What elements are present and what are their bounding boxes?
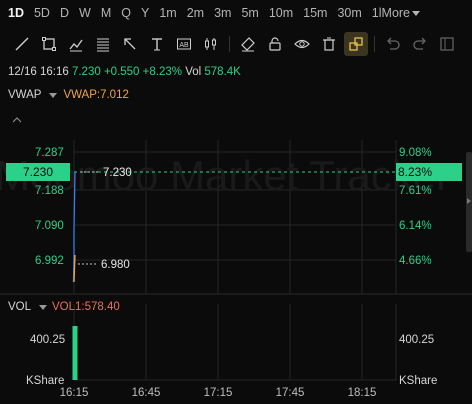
timeframe-5d[interactable]: 5D [34, 6, 50, 20]
timeframe-bar: 1D 5D D W M Q Y 1m 2m 3m 5m 10m 15m 30m 1l More [0, 0, 472, 26]
label-tool-icon: AB [177, 38, 191, 50]
vol-right-value: 400.25 [399, 334, 434, 346]
vol-name: VOL [8, 301, 32, 313]
left-tick-label: 7.188 [35, 185, 64, 197]
timeframe-3m[interactable]: 3m [214, 6, 231, 20]
quote-info-line: 12/16 16:16 7.230 +0.550 +8.23% Vol 578.… [8, 66, 241, 78]
toolbar-divider [229, 36, 230, 52]
redo-button[interactable] [408, 32, 432, 56]
right-tick-label: 4.66% [399, 255, 432, 267]
chevron-down-icon [412, 11, 421, 16]
left-tick-label: 7.090 [35, 220, 64, 232]
quote-datetime: 12/16 16:16 [8, 66, 69, 78]
toolbar-divider [374, 36, 375, 52]
chevron-down-icon[interactable] [39, 305, 48, 310]
undo-button[interactable] [381, 32, 405, 56]
time-tick-label: 17:15 [204, 387, 233, 399]
quote-change-pct: +8.23% [142, 66, 182, 78]
text-tool-icon [152, 38, 162, 51]
visibility-button[interactable] [290, 32, 314, 56]
lock-icon [269, 37, 281, 51]
magnet-icon [349, 37, 363, 51]
delete-button[interactable] [317, 32, 341, 56]
vol-right-unit: KShare [399, 375, 437, 387]
timeframe-1d[interactable]: 1D [8, 6, 24, 20]
right-tick-label: 7.61% [399, 185, 432, 197]
time-tick-label: 17:45 [276, 387, 305, 399]
trash-icon [323, 37, 335, 51]
fibonacci-tool-button[interactable] [91, 32, 115, 56]
trendline-tool-icon [69, 39, 83, 52]
arrow-tool-button[interactable] [118, 32, 142, 56]
layout-button[interactable] [435, 32, 459, 56]
drawing-toolbar: AB [0, 30, 472, 58]
left-tick-label: 6.992 [35, 255, 64, 267]
timeframe-d[interactable]: D [60, 6, 69, 20]
timeframe-q[interactable]: Q [121, 6, 131, 20]
timeframe-m[interactable]: M [101, 6, 111, 20]
timeframe-1m[interactable]: 1m [159, 6, 176, 20]
svg-text:AB: AB [179, 42, 189, 49]
right-tick-label: 6.14% [399, 220, 432, 232]
volume-bar [72, 326, 78, 380]
chevron-up-icon [12, 117, 22, 123]
side-panel-handle[interactable] [466, 152, 472, 252]
timeframe-1l[interactable]: 1l [372, 6, 382, 20]
current-pct-tag-label: 8.23% [398, 165, 432, 179]
vol-value: VOL1:578.40 [52, 301, 120, 313]
quote-vol-label: Vol [185, 66, 202, 78]
eye-icon [294, 39, 310, 49]
time-axis: 16:15 16:45 17:15 17:45 18:15 [60, 387, 377, 399]
candles-tool-icon [205, 38, 216, 50]
timeframe-10m[interactable]: 10m [269, 6, 293, 20]
collapse-button[interactable] [12, 112, 22, 126]
quote-vol-value: 578.4K [204, 66, 241, 78]
vol-left-unit: KShare [26, 375, 64, 387]
line-tool-icon [15, 37, 29, 51]
eraser-icon [241, 37, 255, 52]
quote-change: +0.550 [103, 66, 140, 78]
timeframe-15m[interactable]: 15m [303, 6, 327, 20]
rectangle-tool-icon [42, 37, 56, 51]
more-timeframes-button[interactable]: More [381, 6, 421, 20]
undo-icon [387, 37, 400, 50]
text-tool-button[interactable] [145, 32, 169, 56]
candles-tool-button[interactable] [199, 32, 223, 56]
current-price-tag-label: 7.230 [23, 165, 53, 179]
trendline-tool-button[interactable] [64, 32, 88, 56]
price-chart[interactable]: Moomoo Market Tracker 7.2877.1887.0906.9… [0, 0, 472, 404]
vwap-value: VWAP:7.012 [63, 89, 129, 101]
vwap-name: VWAP [8, 89, 42, 101]
time-tick-label: 16:15 [60, 387, 89, 399]
high-price-label: 7.230 [103, 167, 132, 179]
timeframe-w[interactable]: W [79, 6, 91, 20]
vwap-indicator-row[interactable]: VWAP VWAP:7.012 [8, 89, 129, 101]
magnet-button[interactable] [344, 32, 368, 56]
redo-icon [413, 37, 426, 50]
chevron-down-icon[interactable] [49, 93, 58, 98]
time-tick-label: 16:45 [132, 387, 161, 399]
left-tick-label: 7.287 [35, 147, 64, 159]
lock-button[interactable] [263, 32, 287, 56]
vol-left-value: 400.25 [30, 334, 65, 346]
right-tick-label: 9.08% [399, 147, 432, 159]
label-tool-button[interactable]: AB [172, 32, 196, 56]
volume-indicator-row[interactable]: VOL VOL1:578.40 [8, 301, 120, 313]
rectangle-tool-button[interactable] [37, 32, 61, 56]
eraser-button[interactable] [236, 32, 260, 56]
fibonacci-tool-icon [97, 38, 109, 52]
timeframe-5m[interactable]: 5m [241, 6, 258, 20]
timeframe-y[interactable]: Y [141, 6, 149, 20]
line-tool-button[interactable] [10, 32, 34, 56]
more-label: More [381, 6, 411, 20]
timeframe-30m[interactable]: 30m [337, 6, 361, 20]
layout-icon [440, 37, 454, 51]
quote-price: 7.230 [71, 66, 101, 78]
time-tick-label: 18:15 [348, 387, 377, 399]
low-price-label: 6.980 [101, 259, 130, 271]
arrow-tool-icon [124, 38, 136, 50]
chevron-right-icon [467, 198, 471, 204]
timeframe-2m[interactable]: 2m [187, 6, 204, 20]
